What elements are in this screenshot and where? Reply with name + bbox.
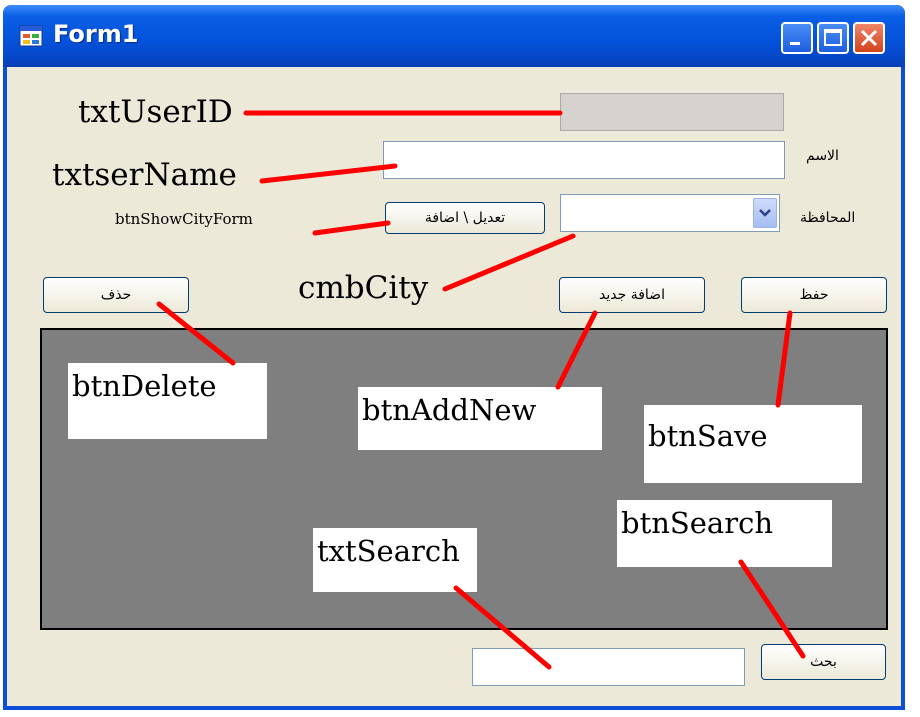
annotation-btnSave-box: btnSave [644,405,862,483]
delete-label: حذف [100,287,132,303]
window-title: Form1 [53,20,139,48]
minimize-button[interactable] [781,22,813,54]
annotation-btnShowCityForm: btnShowCityForm [115,210,253,228]
annotation-btnSearch-box: btnSearch [617,500,832,567]
annotation-cmbCity: cmbCity [298,270,429,306]
user-name-textbox[interactable] [383,141,785,179]
annotation-txtSearch: txtSearch [317,534,460,568]
title-bar[interactable]: Form1 [3,5,905,67]
search-label: بحث [810,654,837,670]
minimize-icon [790,42,800,45]
annotation-btnSearch: btnSearch [621,506,773,540]
delete-button[interactable]: حذف [43,277,189,313]
annotation-btnDelete: btnDelete [72,369,217,403]
edit-add-city-label: تعديل \ اضافة [424,210,506,226]
search-button[interactable]: بحث [761,644,886,680]
save-button[interactable]: حفظ [741,277,887,313]
governorate-label: المحافظة [800,210,856,226]
city-dropdown-button[interactable] [753,198,777,228]
annotation-btnAddNew: btnAddNew [362,393,537,427]
name-label: الاسم [806,148,839,164]
save-label: حفظ [799,287,829,303]
add-new-label: اضافة جديد [599,287,665,303]
annotation-btnAddNew-box: btnAddNew [358,387,602,450]
annotation-txtUserName: txtserName [52,157,237,193]
city-combobox[interactable] [560,194,780,232]
maximize-icon [824,29,842,46]
add-new-button[interactable]: اضافة جديد [559,277,705,313]
annotation-btnDelete-box: btnDelete [68,363,267,439]
chevron-down-icon [759,209,771,217]
app-icon [19,25,43,47]
annotation-btnSave: btnSave [648,419,768,453]
search-textbox[interactable] [472,648,745,686]
annotation-txtUserID: txtUserID [78,94,233,130]
close-button[interactable] [853,22,885,54]
edit-add-city-button[interactable]: تعديل \ اضافة [385,202,545,234]
annotation-txtSearch-box: txtSearch [313,528,477,592]
maximize-button[interactable] [817,22,849,54]
close-icon [860,29,878,47]
user-id-textbox [560,93,784,131]
